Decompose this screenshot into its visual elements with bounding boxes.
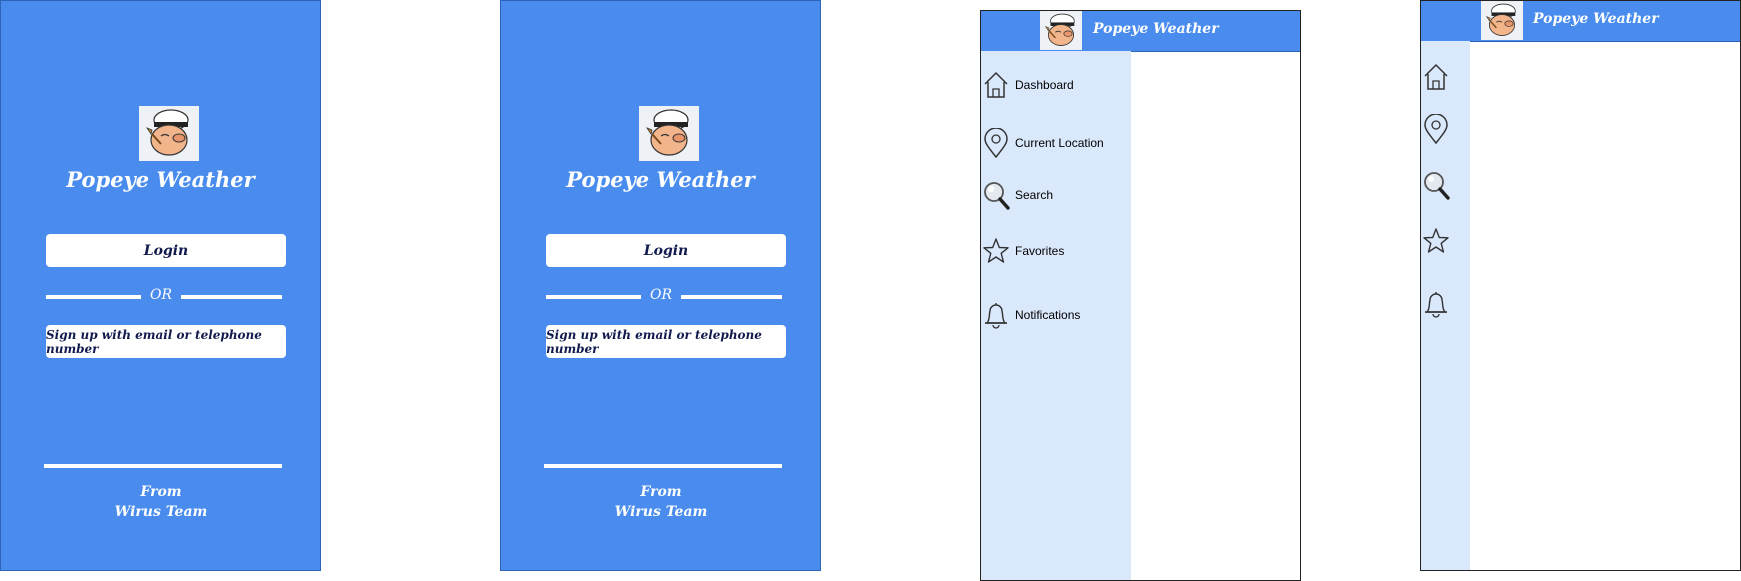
signup-button[interactable]: Sign up with email or telephone number: [546, 325, 786, 358]
login-button[interactable]: Login: [46, 234, 286, 267]
app-title: Popeye Weather: [1533, 11, 1659, 27]
home-icon: [1421, 61, 1451, 93]
popeye-logo-icon: [1040, 11, 1082, 50]
popeye-logo-icon: [1481, 1, 1523, 40]
divider-left: [46, 295, 141, 299]
popeye-logo-icon: [639, 106, 699, 161]
sidebar-item-notifications[interactable]: [1421, 288, 1451, 320]
or-separator: OR: [649, 287, 673, 303]
or-separator: OR: [149, 287, 173, 303]
footer-divider: [44, 464, 282, 468]
login-screen-1: Popeye Weather Login OR Sign up with ema…: [0, 0, 321, 571]
star-icon: [981, 235, 1011, 267]
sidebar-item-notifications[interactable]: Notifications: [981, 299, 1080, 331]
divider-right: [681, 295, 782, 299]
sidebar-item-label: Current Location: [1015, 136, 1104, 150]
divider-left: [546, 295, 641, 299]
sidebar-item-label: Favorites: [1015, 244, 1065, 258]
footer-from: From: [140, 484, 182, 500]
sidebar-item-current-location[interactable]: [1421, 113, 1451, 145]
login-button[interactable]: Login: [546, 234, 786, 267]
dashboard-screen-collapsed: Popeye Weather: [1420, 0, 1741, 571]
sidebar-item-search[interactable]: Search: [981, 179, 1053, 211]
sidebar-item-current-location[interactable]: Current Location: [981, 127, 1104, 159]
sidebar-collapsed: [1421, 41, 1470, 570]
footer-credit: From Wirus Team: [61, 482, 261, 522]
footer-team: Wirus Team: [114, 504, 208, 520]
top-bar: Popeye Weather: [981, 11, 1300, 52]
signup-button[interactable]: Sign up with email or telephone number: [46, 325, 286, 358]
location-pin-icon: [1421, 113, 1451, 145]
sidebar-item-dashboard[interactable]: [1421, 61, 1451, 93]
footer-team: Wirus Team: [614, 504, 708, 520]
bell-icon: [1421, 288, 1451, 320]
sidebar-item-label: Dashboard: [1015, 78, 1074, 92]
magnifier-icon: [981, 179, 1011, 211]
home-icon: [981, 69, 1011, 101]
footer-divider: [544, 464, 782, 468]
sidebar-item-label: Search: [1015, 188, 1054, 202]
sidebar-item-dashboard[interactable]: Dashboard: [981, 69, 1074, 101]
dashboard-screen-expanded: Popeye Weather Dashboard Current Locatio…: [980, 10, 1301, 581]
divider-right: [181, 295, 282, 299]
footer-credit: From Wirus Team: [561, 482, 761, 522]
top-bar: Popeye Weather: [1421, 1, 1740, 42]
app-title: Popeye Weather: [1093, 21, 1219, 37]
app-title: Popeye Weather: [566, 167, 755, 192]
login-screen-2: Popeye Weather Login OR Sign up with ema…: [500, 0, 821, 571]
app-title: Popeye Weather: [66, 167, 255, 192]
location-pin-icon: [981, 127, 1011, 159]
star-icon: [1421, 225, 1451, 257]
footer-from: From: [640, 484, 682, 500]
popeye-logo-icon: [139, 106, 199, 161]
sidebar: Dashboard Current Location Search Favori…: [981, 51, 1131, 580]
magnifier-icon: [1421, 169, 1451, 201]
sidebar-item-label: Notifications: [1015, 308, 1081, 322]
sidebar-item-favorites[interactable]: Favorites: [981, 235, 1064, 267]
sidebar-item-search[interactable]: [1421, 169, 1451, 201]
bell-icon: [981, 299, 1011, 331]
sidebar-item-favorites[interactable]: [1421, 225, 1451, 257]
